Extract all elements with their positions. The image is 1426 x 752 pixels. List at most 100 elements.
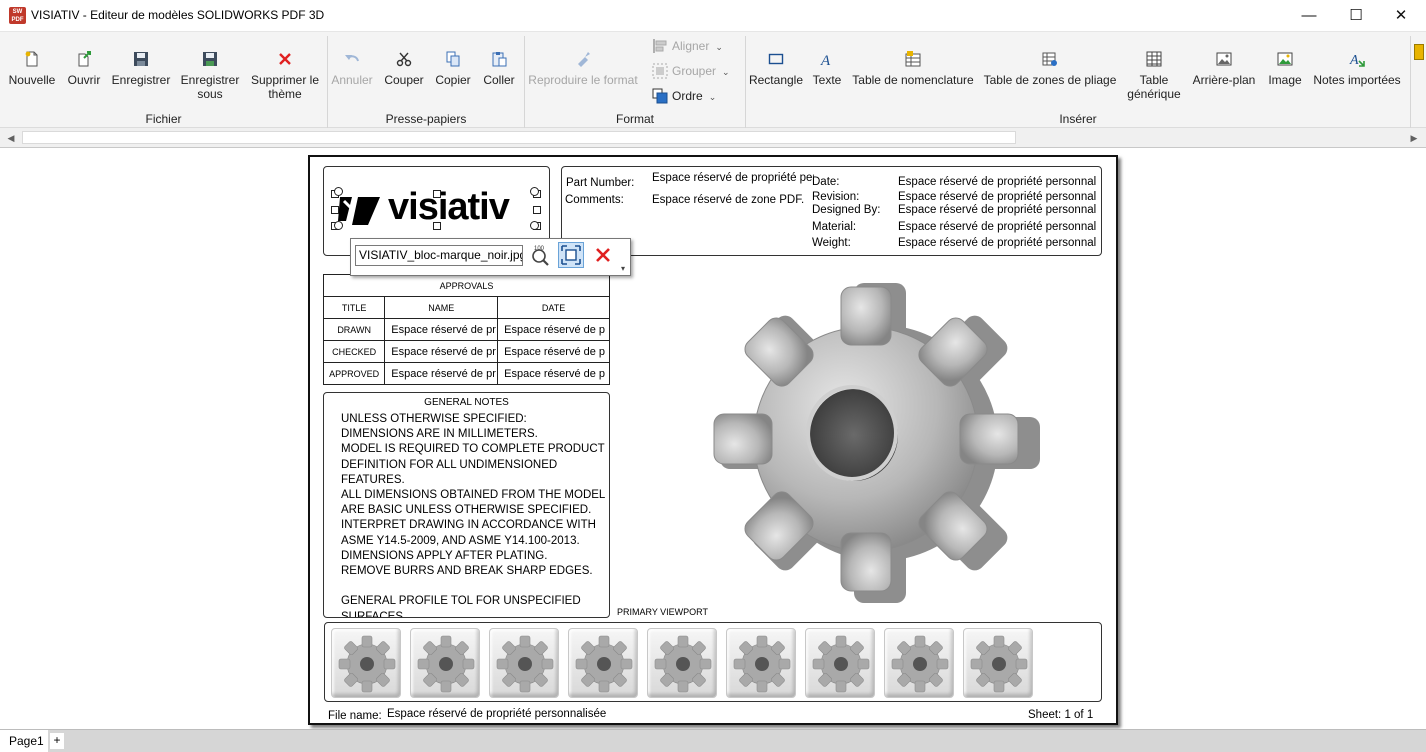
title-block-info[interactable]: Part Number: Espace réservé de propriété…: [561, 166, 1102, 256]
row-date[interactable]: Espace réservé de p: [497, 340, 610, 363]
save-button[interactable]: Enregistrer: [108, 34, 174, 108]
delete-theme-button[interactable]: Supprimer le thème: [247, 34, 323, 108]
designed-by-value[interactable]: Espace réservé de propriété personnal: [898, 204, 1096, 216]
generic-table-label-1: Table: [1139, 73, 1169, 87]
row-name[interactable]: Espace réservé de pr: [384, 318, 499, 341]
rotate-handle[interactable]: [334, 221, 343, 230]
weight-value[interactable]: Espace réservé de propriété personnal: [898, 237, 1096, 249]
note-line: [341, 579, 605, 594]
resize-handle[interactable]: [433, 222, 441, 230]
maximize-button[interactable]: ☐: [1333, 0, 1379, 32]
undo-button[interactable]: Annuler: [329, 34, 375, 108]
paste-button[interactable]: Coller: [478, 34, 520, 108]
revision-value[interactable]: Espace réservé de propriété personnal: [898, 191, 1096, 203]
resize-handle[interactable]: [533, 206, 541, 214]
order-button[interactable]: Ordre ⌄: [650, 85, 716, 107]
scroll-right-arrow-icon[interactable]: ▶: [1406, 130, 1422, 146]
delete-theme-label-2: thème: [268, 87, 302, 101]
ribbon-scrollbar[interactable]: ◀ ▶: [0, 128, 1426, 148]
rotate-handle[interactable]: [334, 187, 343, 196]
part-number-value[interactable]: Espace réservé de propriété per: [652, 172, 814, 184]
format-painter-button[interactable]: Reproduire le format: [526, 34, 640, 108]
align-button[interactable]: Aligner ⌄: [650, 35, 723, 57]
logo-mark-icon: [338, 197, 380, 225]
gear-thumbnail-icon: [417, 635, 475, 693]
row-date[interactable]: Espace réservé de p: [497, 362, 610, 385]
material-value[interactable]: Espace réservé de propriété personnal: [898, 221, 1096, 233]
copy-button[interactable]: Copier: [431, 34, 475, 108]
general-notes-title: GENERAL NOTES: [424, 397, 509, 408]
date-value[interactable]: Espace réservé de propriété personnal: [898, 176, 1096, 188]
background-label: Arrière-plan: [1192, 73, 1256, 87]
image-label: Image: [1268, 73, 1302, 87]
gear-thumbnail-icon: [338, 635, 396, 693]
rotate-handle[interactable]: [530, 221, 539, 230]
logo-text: visiativ: [388, 186, 510, 228]
group-label: Grouper: [672, 64, 717, 78]
row-title: CHECKED: [322, 340, 386, 363]
scrollbar-thumb[interactable]: [22, 131, 1016, 144]
table-row[interactable]: CHECKED Espace réservé de pr Espace rése…: [322, 340, 610, 363]
insert-generic-table-button[interactable]: Table générique: [1124, 34, 1184, 108]
editor-canvas[interactable]: visiativ Part Number: Espace réservé de …: [0, 149, 1426, 729]
approvals-table[interactable]: APPROVALS TITLE NAME DATE DRAWN Espace r…: [322, 274, 610, 385]
table-row[interactable]: DRAWN Espace réservé de pr Espace réserv…: [322, 318, 610, 341]
row-date[interactable]: Espace réservé de p: [497, 318, 610, 341]
cut-button[interactable]: Couper: [381, 34, 427, 108]
svg-text:A: A: [1349, 53, 1359, 67]
insert-rectangle-button[interactable]: Rectangle: [748, 34, 804, 108]
resize-handle[interactable]: [433, 190, 441, 198]
thumbnail-button[interactable]: [726, 628, 796, 698]
add-page-button[interactable]: +: [50, 733, 64, 749]
insert-bom-table-button[interactable]: Table de nomenclature: [849, 34, 977, 108]
thumbnail-button[interactable]: [568, 628, 638, 698]
primary-viewport[interactable]: [670, 267, 1050, 607]
thumbnail-button[interactable]: [805, 628, 875, 698]
save-as-button[interactable]: Enregistrer sous: [177, 34, 243, 108]
thumbnail-button[interactable]: [489, 628, 559, 698]
rotate-handle[interactable]: [530, 187, 539, 196]
fit-image-button[interactable]: [558, 242, 584, 268]
minimize-button[interactable]: —: [1286, 0, 1332, 32]
align-icon: [652, 38, 668, 54]
file-name-value[interactable]: Espace réservé de propriété personnalisé…: [387, 708, 606, 720]
zoom-100-button[interactable]: 100: [529, 243, 551, 267]
insert-imported-notes-button[interactable]: A Notes importées: [1310, 34, 1404, 108]
thumbnail-button[interactable]: [410, 628, 480, 698]
page-tab[interactable]: Page1: [0, 730, 48, 752]
thumbnail-strip[interactable]: [324, 622, 1102, 702]
comments-value[interactable]: Espace réservé de zone PDF.: [652, 194, 804, 206]
group-icon: [652, 63, 668, 79]
resize-handle[interactable]: [331, 206, 339, 214]
insert-bend-table-button[interactable]: Table de zones de pliage: [981, 34, 1119, 108]
insert-image-button[interactable]: Image: [1263, 34, 1307, 108]
svg-text:A: A: [820, 53, 831, 67]
toolbar-dropdown-icon[interactable]: ▾: [621, 264, 625, 273]
thumbnail-button[interactable]: [331, 628, 401, 698]
general-notes-box[interactable]: GENERAL NOTES UNLESS OTHERWISE SPECIFIED…: [323, 392, 610, 618]
new-button[interactable]: Nouvelle: [3, 34, 61, 108]
scroll-left-arrow-icon[interactable]: ◀: [3, 130, 19, 146]
text-a-icon: A: [819, 51, 835, 69]
generic-table-label-2: générique: [1127, 87, 1181, 101]
thumbnail-button[interactable]: [647, 628, 717, 698]
open-button[interactable]: Ouvrir: [63, 34, 105, 108]
remove-image-button[interactable]: [592, 244, 614, 266]
align-chevron-down-icon: ⌄: [715, 42, 723, 52]
bom-table-label: Table de nomenclature: [852, 73, 974, 87]
thumbnail-button[interactable]: [963, 628, 1033, 698]
table-row[interactable]: APPROVED Espace réservé de pr Espace rés…: [322, 362, 610, 385]
insert-background-button[interactable]: Arrière-plan: [1189, 34, 1259, 108]
revision-label: Revision:: [812, 191, 860, 203]
overflow-icon[interactable]: [1414, 44, 1424, 60]
row-name[interactable]: Espace réservé de pr: [384, 362, 499, 385]
format-painter-label: Reproduire le format: [528, 73, 638, 87]
group-button[interactable]: Grouper ⌄: [650, 60, 730, 82]
image-filename-field[interactable]: VISIATIV_bloc-marque_noir.jpg: [355, 245, 523, 266]
close-button[interactable]: ✕: [1378, 0, 1424, 32]
insert-text-button[interactable]: A Texte: [810, 34, 844, 108]
align-label: Aligner: [672, 39, 710, 53]
thumbnail-button[interactable]: [884, 628, 954, 698]
row-name[interactable]: Espace réservé de pr: [384, 340, 499, 363]
col-date: DATE: [497, 296, 610, 319]
